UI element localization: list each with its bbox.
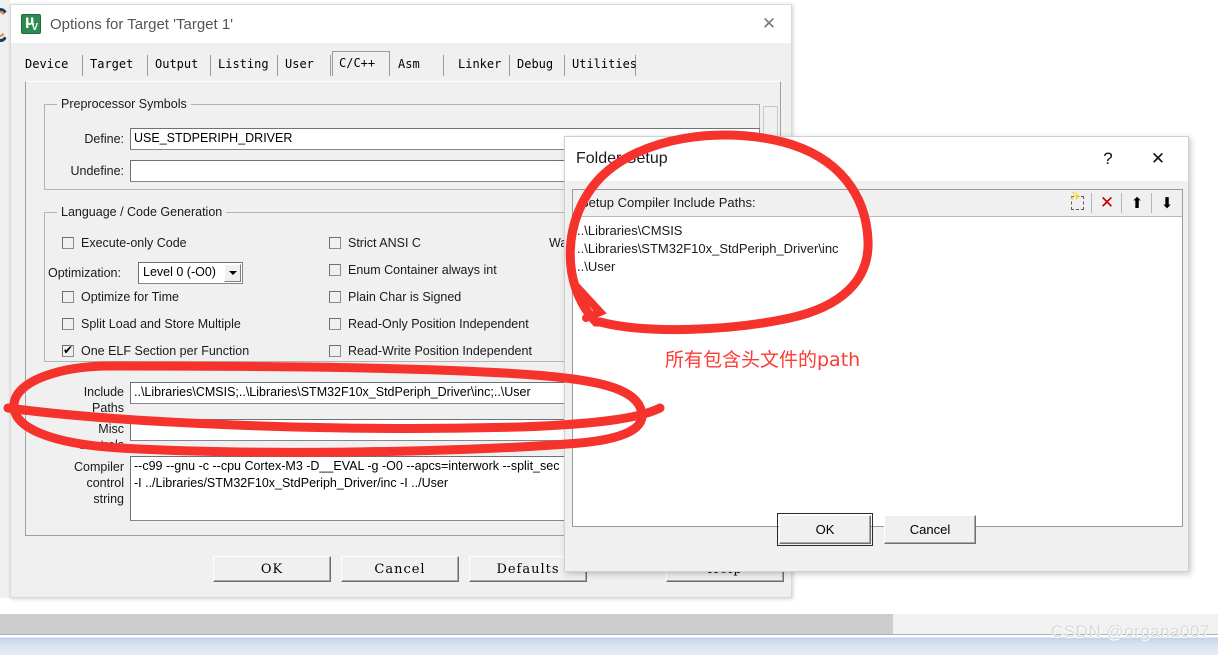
watermark: CSDN @organa007 [1051,622,1210,641]
list-item[interactable]: ..\Libraries\STM32F10x_StdPeriph_Driver\… [577,240,1182,258]
optimization-select[interactable]: Level 0 (-O0) [138,262,243,284]
toolbar-divider [1121,193,1122,213]
tab-target[interactable]: Target [84,55,148,76]
folder-setup-titlebar: Folder Setup ? ✕ [565,137,1188,181]
folder-setup-title: Folder Setup [576,150,668,167]
compiler-string-label-line1: Compiler [73,460,124,474]
options-dialog-title: Options for Target 'Target 1' [50,15,234,33]
ok-button[interactable]: OK [213,556,331,582]
checkbox-label: Read-Write Position Independent [348,344,532,358]
optimization-label: Optimization: [48,266,121,280]
checkbox-label: Plain Char is Signed [348,290,462,304]
taskbar [0,634,1218,655]
checkbox-box-icon [329,291,341,303]
language-group-label: Language / Code Generation [57,205,227,219]
checkbox-label: One ELF Section per Function [81,344,250,358]
checkbox-label: Strict ANSI C [348,236,421,250]
tab-c-cpp[interactable]: C/C++ [332,51,390,76]
new-path-button[interactable] [1066,192,1088,214]
list-item[interactable]: ..\User [577,258,1182,276]
folder-setup-body: Setup Compiler Include Paths: ✕ ⬆ ⬇ ..\L… [565,181,1188,571]
tab-asm[interactable]: Asm [392,55,444,76]
include-paths-panel-header: Setup Compiler Include Paths: ✕ ⬆ ⬇ [573,190,1182,217]
compiler-string-label-line2: control [86,476,124,490]
annotation-note-text: 所有包含头文件的path [665,349,861,371]
toolbar-divider [1151,193,1152,213]
folder-setup-footer: OK Cancel [565,487,1188,571]
folder-setup-dialog: Folder Setup ? ✕ Setup Compiler Include … [564,136,1189,572]
define-label: Define: [84,132,124,146]
background-window-strip [0,0,10,598]
misc-controls-label-line1: Misc [98,422,124,436]
checkbox-box-icon [329,318,341,330]
checkbox-label: Optimize for Time [81,290,179,304]
checkbox-box-icon [329,345,341,357]
misc-controls-label-line2: Controls [77,438,124,452]
delete-path-icon: ✕ [1099,192,1115,213]
tab-debug[interactable]: Debug [511,55,565,76]
tab-strip: Device Target Output Listing User C/C++ … [15,51,791,76]
checkbox-box-icon [329,264,341,276]
tab-listing[interactable]: Listing [212,55,278,76]
options-dialog-titlebar: Options for Target 'Target 1' ✕ [11,5,791,43]
include-paths-list[interactable]: ..\Libraries\CMSIS ..\Libraries\STM32F10… [573,218,1182,526]
checkbox-label: Split Load and Store Multiple [81,317,241,331]
optimization-value: Level 0 (-O0) [143,265,216,279]
checkbox-label: Read-Only Position Independent [348,317,529,331]
tab-utilities[interactable]: Utilities [566,55,637,76]
checkbox-box-icon [62,343,74,357]
checkbox-box-icon [62,291,74,303]
tab-output[interactable]: Output [149,55,211,76]
move-up-button[interactable]: ⬆ [1126,192,1148,214]
new-path-icon [1070,192,1084,210]
checkbox-box-icon [62,237,74,249]
folder-ok-button[interactable]: OK [777,513,873,546]
close-icon[interactable]: ✕ [747,5,791,43]
folder-cancel-button[interactable]: Cancel [884,515,976,544]
tab-user[interactable]: User [279,55,331,76]
move-down-icon: ⬇ [1160,193,1174,212]
status-bar [0,614,893,634]
toolbar-divider [1091,193,1092,213]
include-paths-label-line1: Include [83,385,124,399]
move-up-icon: ⬆ [1130,193,1144,212]
tab-device[interactable]: Device [19,55,83,76]
close-icon[interactable]: ✕ [1136,137,1180,181]
checkbox-label: Enum Container always int [348,263,497,277]
include-paths-panel: Setup Compiler Include Paths: ✕ ⬆ ⬇ ..\L… [572,189,1183,527]
checkbox-label: Execute-only Code [81,236,187,250]
include-paths-header-label: Setup Compiler Include Paths: [580,195,756,210]
checkbox-box-icon [62,318,74,330]
help-icon[interactable]: ? [1086,137,1130,181]
path-list-toolbar: ✕ ⬆ ⬇ [1065,192,1178,214]
compiler-string-label-line3: string [93,492,124,506]
move-down-button[interactable]: ⬇ [1156,192,1178,214]
cancel-button[interactable]: Cancel [341,556,459,582]
chevron-down-icon[interactable] [224,264,241,282]
checkbox-box-icon [329,237,341,249]
screenshot-root: CSDN @organa007 Options for Target 'Targ… [0,0,1218,655]
delete-path-button[interactable]: ✕ [1096,192,1118,214]
tab-linker[interactable]: Linker [452,55,510,76]
keil-uvision-icon [21,14,41,34]
include-paths-label-line2: Paths [92,401,124,415]
undefine-label: Undefine: [70,164,124,178]
list-item[interactable]: ..\Libraries\CMSIS [577,222,1182,240]
preprocessor-group-label: Preprocessor Symbols [57,97,191,111]
